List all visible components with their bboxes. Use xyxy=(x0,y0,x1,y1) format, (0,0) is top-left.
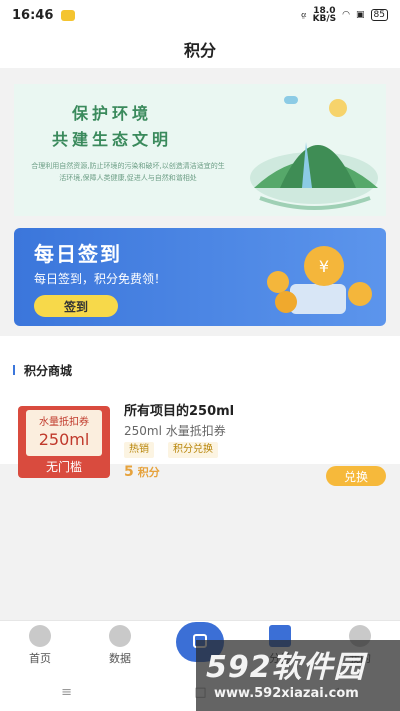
watermark-overlay: 592软件园 www.592xiazai.com xyxy=(196,640,400,711)
eco-banner-slogan-1: 保护环境 xyxy=(72,104,153,123)
checkin-title: 每日签到 xyxy=(34,242,122,266)
exchange-button[interactable]: 兑换 xyxy=(326,466,386,486)
svg-text:¥: ¥ xyxy=(319,257,329,276)
item-tag-exchange: 积分兑换 xyxy=(168,442,218,458)
page-title: 积分 xyxy=(183,41,216,60)
tab-data-label: 数据 xyxy=(109,652,131,665)
network-speed: 18.0 KB/S xyxy=(312,7,337,24)
network-speed-unit: KB/S xyxy=(312,14,337,24)
eco-banner-description: 合理利用自然资源,防止环境的污染和破坏,以创造清洁适宜的生活环境,保障人类健康,… xyxy=(31,162,225,182)
tab-data[interactable]: 数据 xyxy=(90,625,150,666)
watermark-url: www.592xiazai.com xyxy=(214,686,359,701)
eco-banner-slogan-2: 共建生态文明 xyxy=(52,130,173,149)
tab-home-label: 首页 xyxy=(29,652,51,665)
checkin-subtitle: 每日签到，积分免费领！ xyxy=(34,272,167,286)
item-points-unit: 积分 xyxy=(137,466,160,479)
status-bar: 16:46 ⍶ 18.0 KB/S ◠ ▣ 85 xyxy=(0,0,400,30)
item-points: 5 积分 xyxy=(124,464,160,480)
daily-checkin-card: 每日签到 每日签到，积分免费领！ 签到 ¥ xyxy=(14,228,386,326)
notification-app-icon xyxy=(61,9,76,21)
status-time: 16:46 xyxy=(12,7,54,23)
menu-icon[interactable]: ≡ xyxy=(61,685,72,700)
checkin-button[interactable]: 签到 xyxy=(34,295,118,317)
watermark-logo: 592软件园 xyxy=(206,650,365,685)
coupon-type: 水量抵扣券 xyxy=(39,417,89,428)
coins-illustration: ¥ xyxy=(267,246,372,314)
points-mall-section: 积分商城 水量抵扣券 250ml 无门槛 所有项目的250ml 250ml 水量… xyxy=(0,336,400,486)
item-tag-hot: 热销 xyxy=(124,442,154,458)
coupon-card: 水量抵扣券 250ml 无门槛 xyxy=(18,406,110,478)
tab-home[interactable]: 首页 xyxy=(10,625,70,666)
coupon-face: 水量抵扣券 250ml xyxy=(26,410,102,456)
coupon-value: 250ml xyxy=(38,430,90,449)
points-mall-heading: 积分商城 xyxy=(24,364,73,378)
item-title: 所有项目的250ml xyxy=(124,404,235,419)
battery-indicator: 85 xyxy=(370,9,388,21)
coupon-footer: 无门槛 xyxy=(45,460,82,474)
page-header: 积分 xyxy=(0,30,400,68)
sim-icon: ▣ xyxy=(356,10,365,20)
eco-banner[interactable]: 保护环境 共建生态文明 合理利用自然资源,防止环境的污染和破坏,以创造清洁适宜的… xyxy=(14,84,386,216)
item-points-value: 5 xyxy=(124,464,134,480)
home-icon xyxy=(29,625,51,647)
section-marker xyxy=(13,365,15,375)
leaf-icon xyxy=(109,625,131,647)
vibrate-icon: ⍶ xyxy=(301,10,307,20)
eco-illustration xyxy=(250,96,378,210)
wifi-icon: ◠ xyxy=(342,10,351,20)
item-subtitle: 250ml 水量抵扣券 xyxy=(124,424,226,438)
status-right: ⍶ 18.0 KB/S ◠ ▣ 85 xyxy=(301,7,388,24)
